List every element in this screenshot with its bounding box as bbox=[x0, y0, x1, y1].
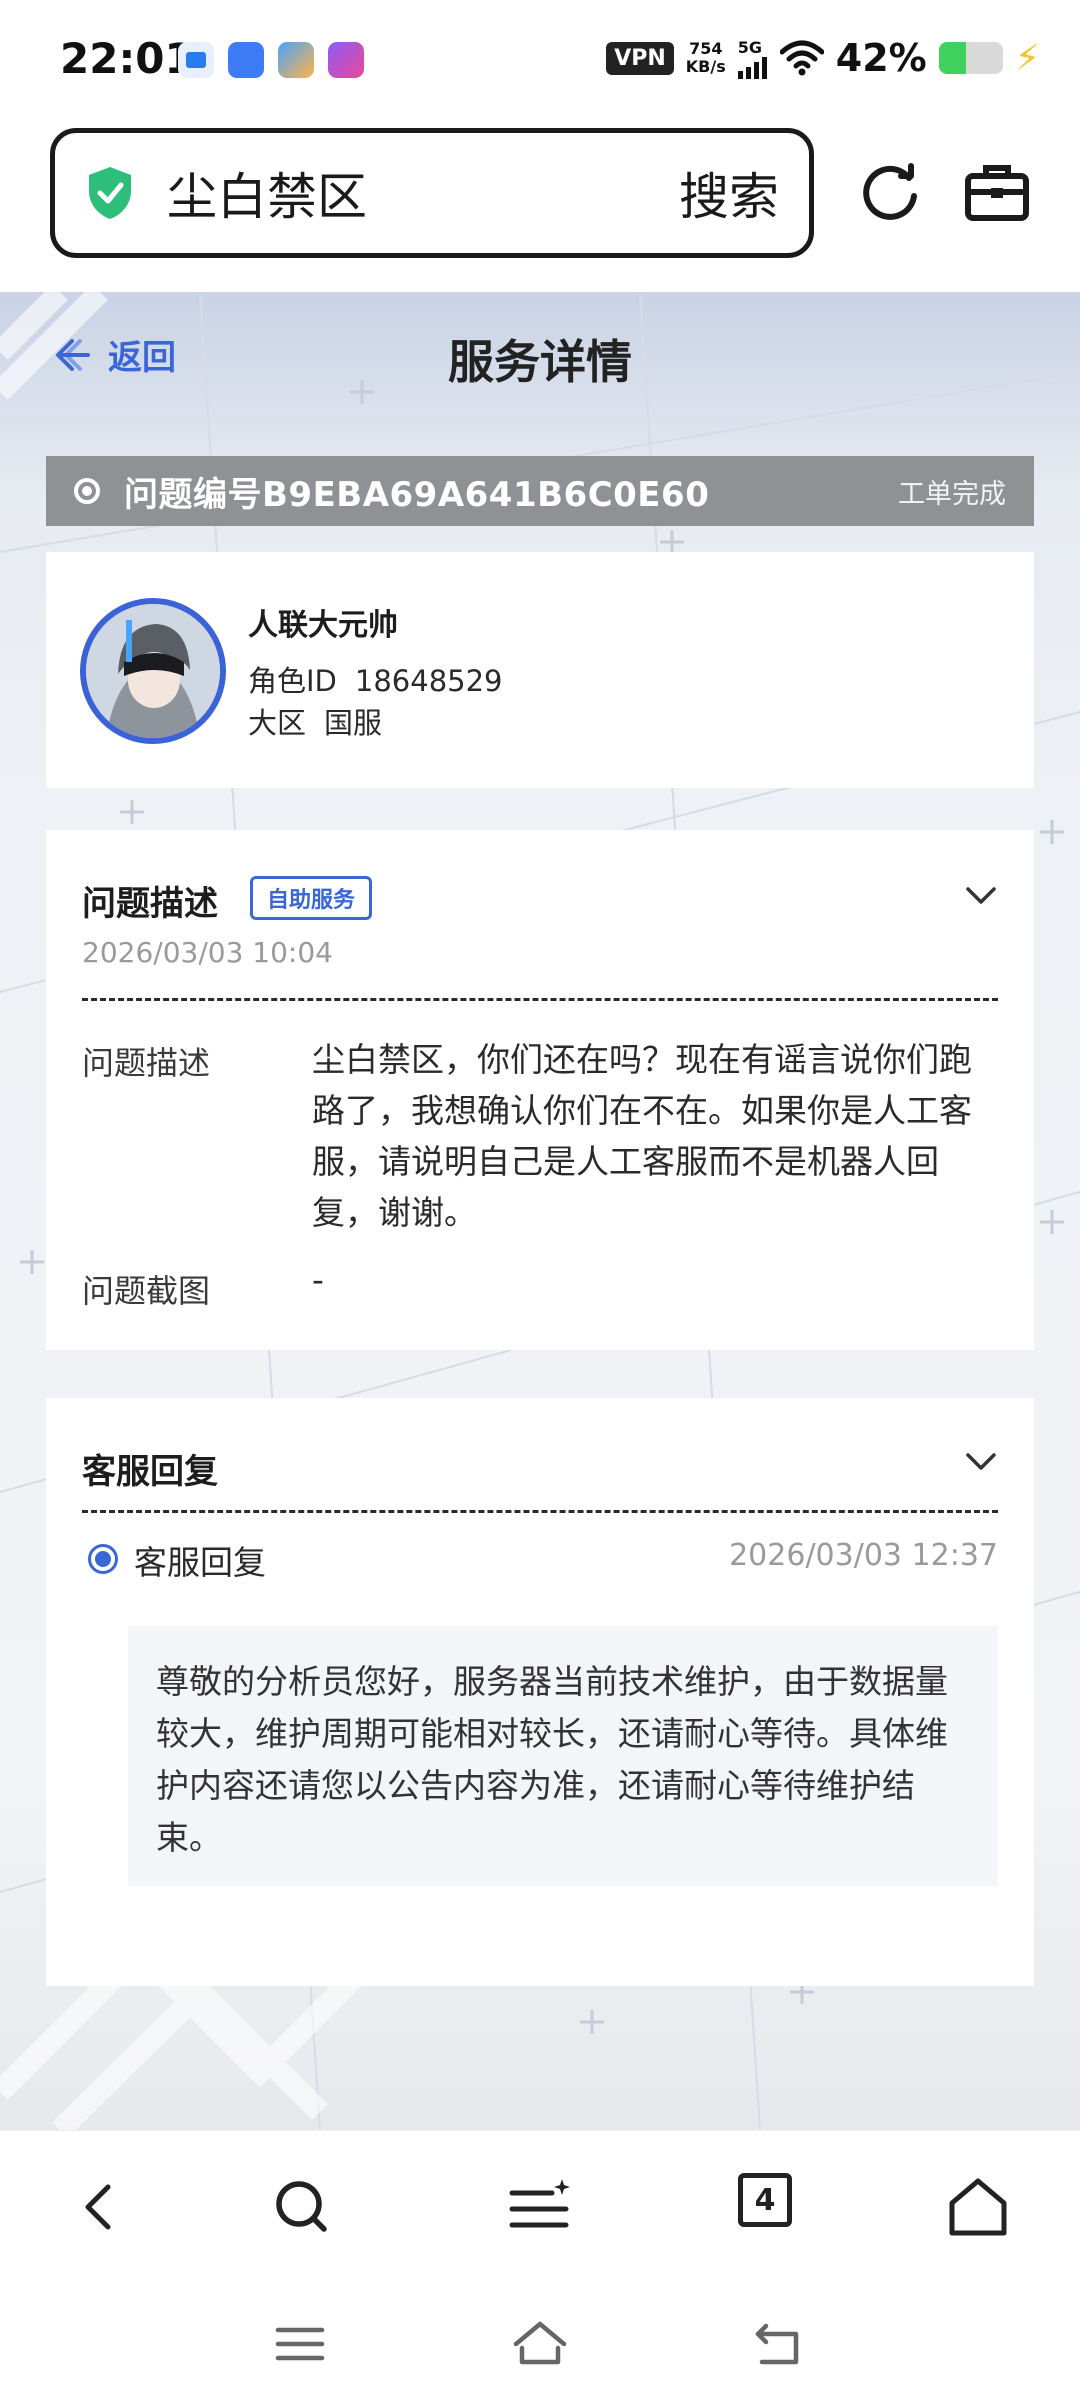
battery-percent: 42% bbox=[835, 36, 927, 80]
chevron-down-icon[interactable] bbox=[964, 1444, 998, 1478]
reply-time: 2026/03/03 12:37 bbox=[729, 1538, 998, 1573]
problem-date: 2026/03/03 10:04 bbox=[82, 936, 333, 969]
screenshot-value: - bbox=[312, 1260, 324, 1299]
search-button[interactable]: 搜索 bbox=[679, 157, 779, 229]
avatar bbox=[80, 598, 226, 744]
shield-check-icon bbox=[89, 167, 131, 219]
back-icon[interactable] bbox=[64, 2171, 136, 2243]
ticket-id-bar: 问题编号B9EBA69A641B6C0E60 工单完成 bbox=[46, 456, 1034, 526]
browser-bar: 尘白禁区 搜索 bbox=[0, 120, 1080, 292]
reply-radio-icon bbox=[88, 1544, 118, 1574]
reply-card: 客服回复 客服回复 2026/03/03 12:37 尊敬的分析员您好，服务器当… bbox=[46, 1398, 1034, 1986]
region-value: 国服 bbox=[324, 706, 383, 740]
address-bar[interactable]: 尘白禁区 搜索 bbox=[50, 128, 814, 258]
divider bbox=[82, 998, 998, 1001]
reply-title: 客服回复 bbox=[82, 1452, 218, 1492]
self-service-tag: 自助服务 bbox=[250, 876, 373, 920]
tabs-icon[interactable]: 4 bbox=[738, 2173, 792, 2227]
network-type: 5G bbox=[737, 37, 763, 57]
role-id-row: 角色ID 18648529 bbox=[248, 658, 503, 700]
home-icon[interactable] bbox=[942, 2171, 1014, 2243]
ticket-id: 问题编号B9EBA69A641B6C0E60 bbox=[124, 474, 710, 515]
role-id-label: 角色ID bbox=[248, 664, 337, 698]
recent-apps-icon[interactable] bbox=[270, 2318, 330, 2370]
refresh-icon[interactable] bbox=[855, 158, 925, 228]
app-notification-icon bbox=[278, 42, 314, 78]
desc-value: 尘白禁区，你们还在吗？现在有谣言说你们跑路了，我想确认你们在不在。如果你是人工客… bbox=[312, 1040, 972, 1232]
divider bbox=[82, 1510, 998, 1513]
url-text[interactable]: 尘白禁区 bbox=[167, 157, 679, 229]
vpn-badge: VPN bbox=[606, 41, 674, 75]
page-header: 返回 服务详情 bbox=[0, 292, 1080, 412]
wifi-icon bbox=[779, 40, 824, 76]
region-label: 大区 bbox=[248, 706, 307, 740]
app-notification-icon bbox=[228, 42, 264, 78]
reply-label: 客服回复 bbox=[134, 1543, 266, 1582]
charging-icon: ⚡ bbox=[1014, 37, 1040, 79]
region-row: 大区 国服 bbox=[248, 700, 382, 742]
notification-icons bbox=[178, 42, 364, 78]
browser-toolbar: 4 bbox=[0, 2130, 1080, 2280]
service-detail-page: 返回 服务详情 问题编号B9EBA69A641B6C0E60 工单完成 人联大元… bbox=[0, 292, 1080, 2130]
ticket-radio-icon bbox=[74, 478, 100, 504]
battery-icon bbox=[938, 42, 1003, 74]
problem-card: 问题描述 自助服务 2026/03/03 10:04 问题描述 尘白禁区，你们还… bbox=[46, 830, 1034, 1350]
page-title: 服务详情 bbox=[448, 335, 632, 389]
back-nav-icon[interactable] bbox=[750, 2318, 810, 2370]
home-nav-icon[interactable] bbox=[510, 2318, 570, 2370]
reply-content: 尊敬的分析员您好，服务器当前技术维护，由于数据量较大，维护周期可能相对较长，还请… bbox=[128, 1626, 998, 1886]
status-time: 22:01 bbox=[60, 34, 194, 83]
system-nav-bar bbox=[0, 2280, 1080, 2408]
user-info-card: 人联大元帅 角色ID 18648529 大区 国服 bbox=[46, 552, 1034, 788]
briefcase-icon[interactable] bbox=[962, 158, 1032, 228]
avatar-image bbox=[86, 604, 220, 738]
desc-label: 问题描述 bbox=[82, 1044, 211, 1082]
screenshot-label: 问题截图 bbox=[82, 1272, 211, 1310]
menu-icon[interactable] bbox=[504, 2171, 576, 2243]
signal-icon bbox=[737, 56, 767, 79]
app-notification-icon bbox=[328, 42, 364, 78]
chevron-down-icon[interactable] bbox=[964, 878, 998, 912]
app-notification-icon bbox=[178, 42, 214, 78]
problem-title: 问题描述 bbox=[82, 884, 218, 924]
search-icon[interactable] bbox=[266, 2171, 338, 2243]
ticket-status: 工单完成 bbox=[898, 478, 1006, 510]
status-bar: 22:01 VPN 754 KB/s 5G 42% ⚡ bbox=[0, 0, 1080, 120]
net-speed: 754 KB/s bbox=[685, 39, 726, 76]
role-id-value: 18648529 bbox=[354, 664, 503, 698]
user-name: 人联大元帅 bbox=[248, 608, 398, 643]
